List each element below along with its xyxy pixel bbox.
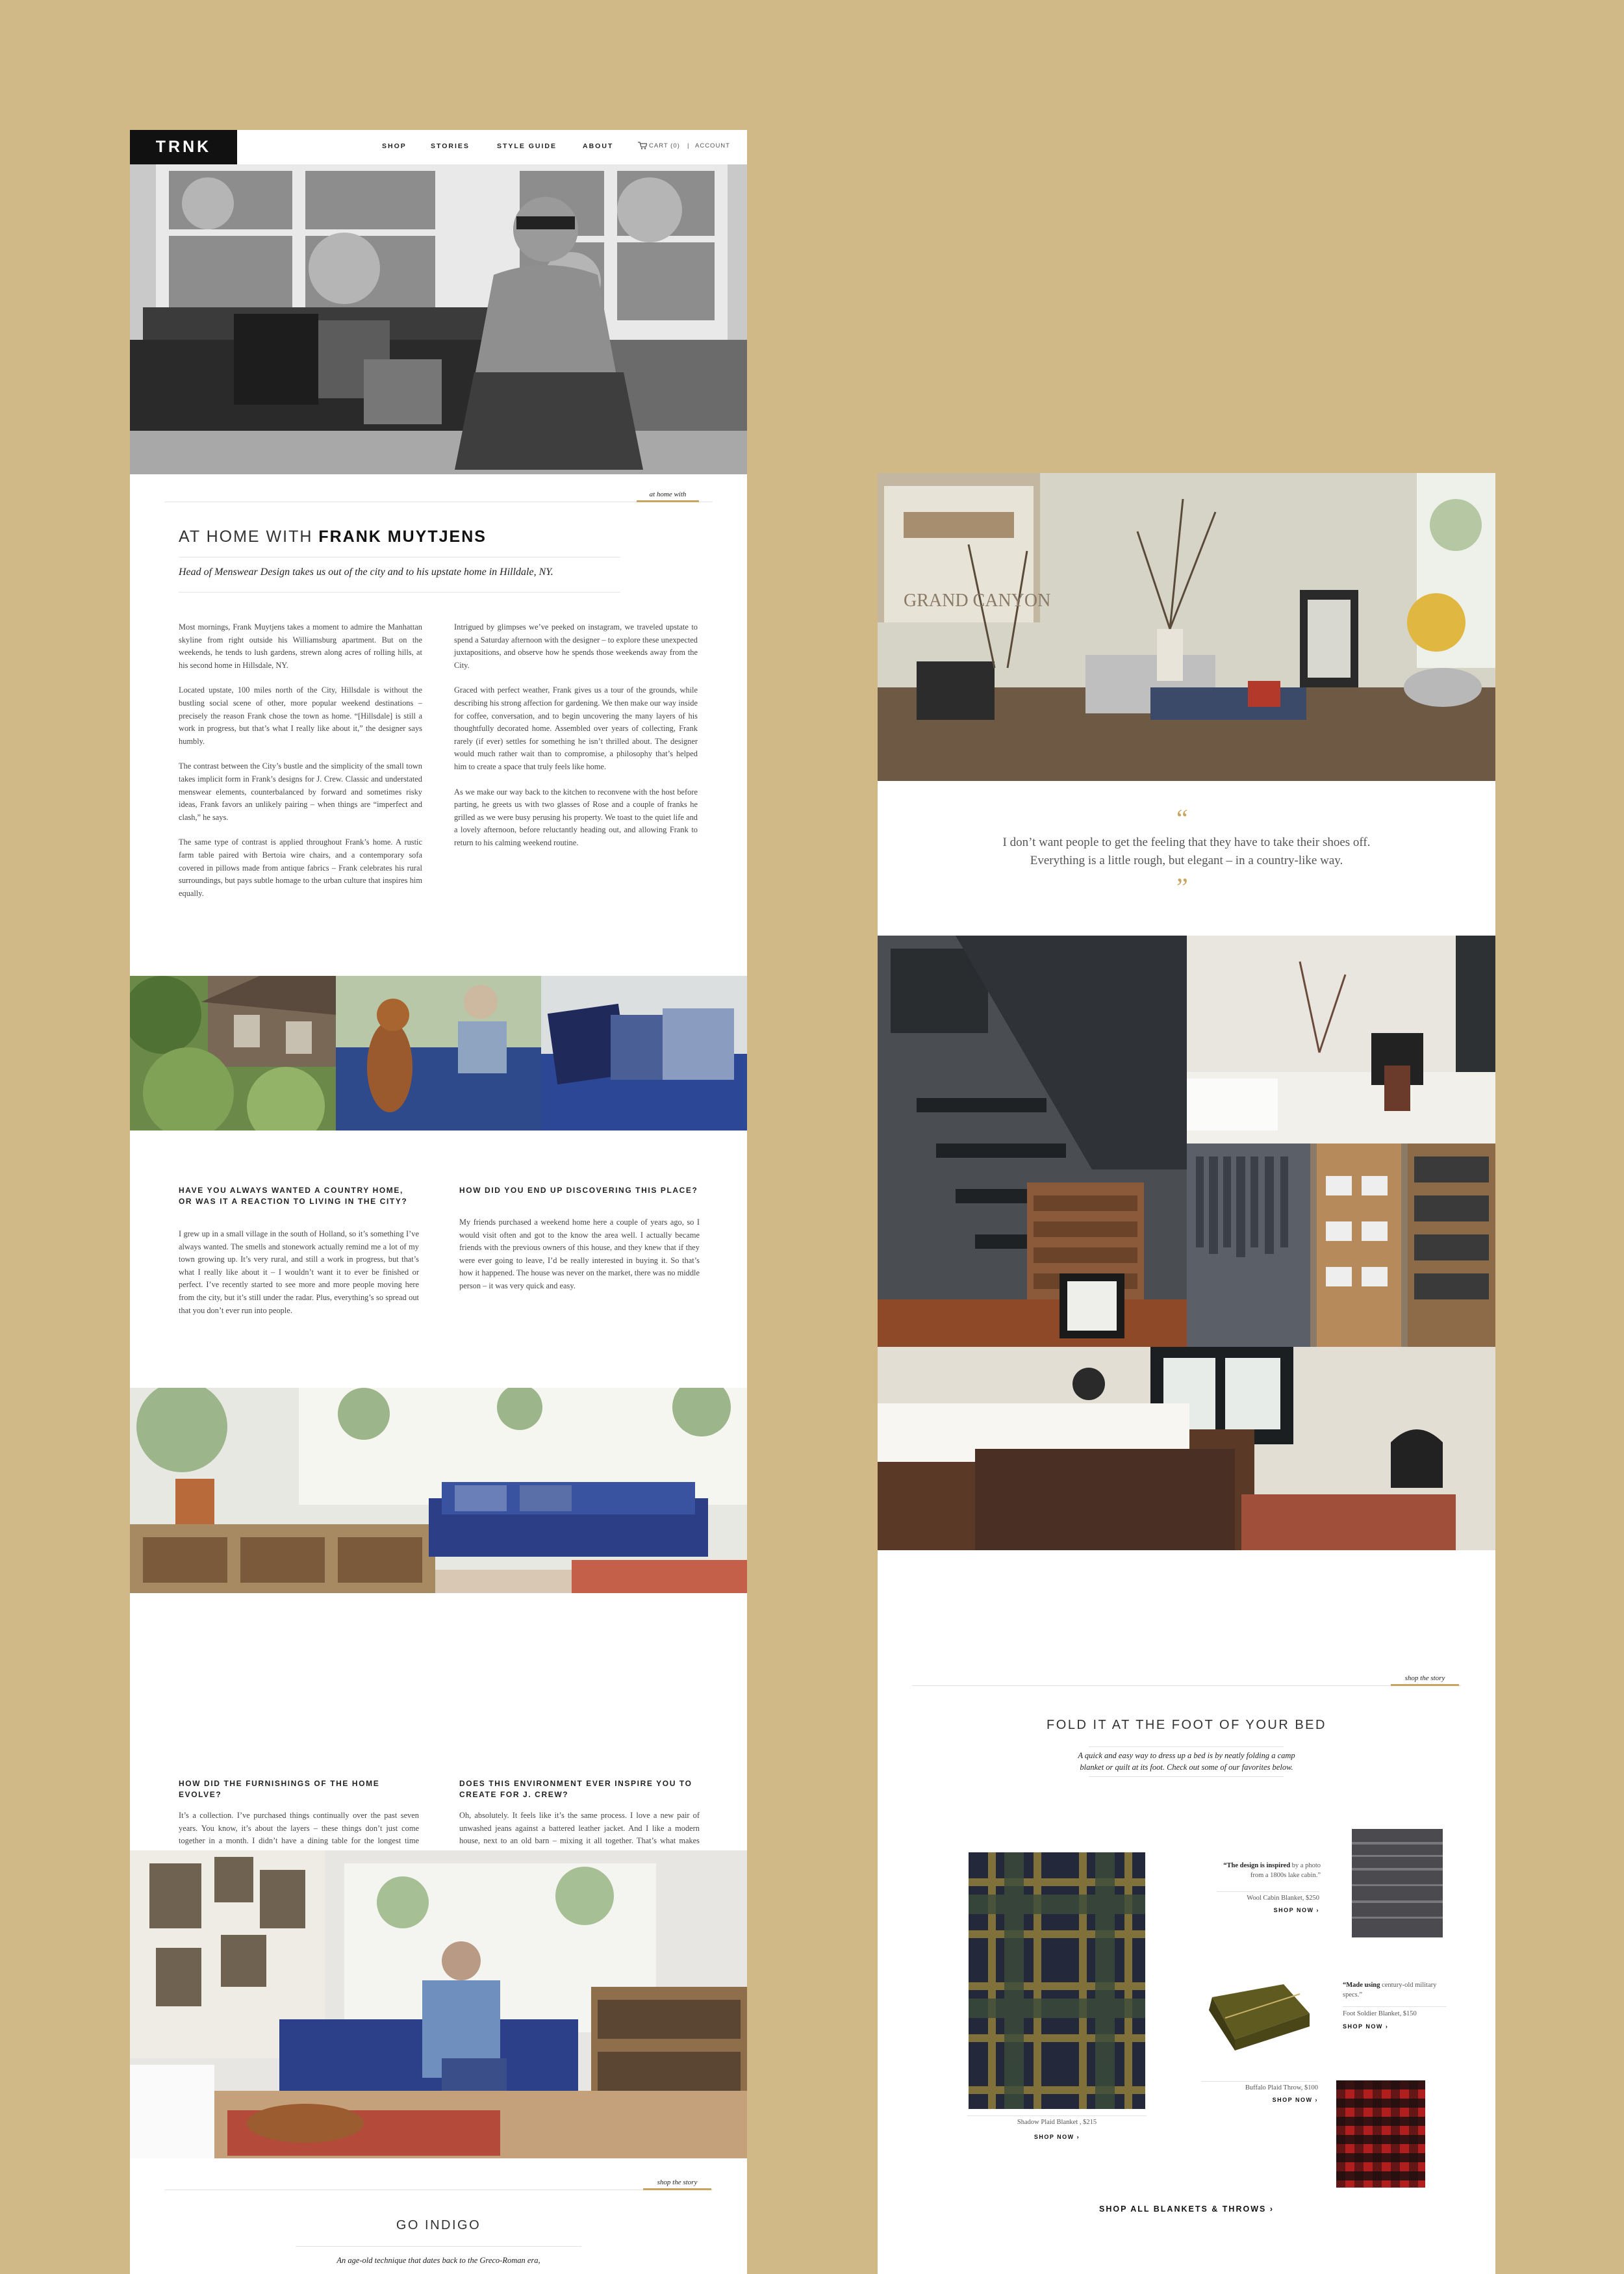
quote-line: Everything is a little rough, but elegan… [1030, 854, 1343, 867]
quote-bold: “The design is inspired [1223, 1862, 1291, 1869]
product-quote: “The design is inspired by a photo from … [1217, 1861, 1321, 1880]
article-body-right: Intrigued by glimpses we’ve peeked on in… [454, 621, 698, 862]
product-name[interactable]: Buffalo Plaid Throw, $100 [1170, 2084, 1318, 2091]
paragraph: The contrast between the City’s bustle a… [179, 761, 422, 822]
cart-icon[interactable] [638, 141, 648, 149]
divider [296, 2246, 581, 2247]
divider [1217, 1891, 1319, 1892]
product-name[interactable]: Shadow Plaid Blanket , $215 [969, 2119, 1145, 2126]
qa-answer: I grew up in a small village in the sout… [179, 1229, 419, 1315]
site-logo[interactable]: TRNK [130, 130, 237, 164]
shop-now-button[interactable]: SHOP NOW › [1343, 2023, 1460, 2030]
divider [1089, 1746, 1284, 1747]
paragraph: Most mornings, Frank Muytjens takes a mo… [179, 622, 422, 670]
product-quote: “Made using century-old military specs.” [1343, 1980, 1453, 2000]
account-link[interactable]: ACCOUNT [695, 142, 730, 149]
paragraph: As we make our way back to the kitchen t… [454, 787, 698, 847]
product-image-wool-cabin-blanket[interactable] [1352, 1829, 1443, 1937]
description-line: blanket or quilt at its foot. Check out … [1080, 1763, 1293, 1772]
paragraph: Intrigued by glimpses we’ve peeked on in… [454, 622, 698, 670]
section-title-go-indigo: GO INDIGO [396, 2218, 481, 2232]
qa-question: HAVE YOU ALWAYS WANTED A COUNTRY HOME, O… [179, 1186, 408, 1206]
product-name[interactable]: Foot Soldier Blanket, $150 [1343, 2010, 1460, 2017]
shop-now-button[interactable]: SHOP NOW › [1170, 2097, 1318, 2103]
description-line: A quick and easy way to dress up a bed i… [1078, 1751, 1295, 1760]
product-image-buffalo-plaid[interactable] [1336, 2080, 1425, 2188]
story-tag[interactable]: at home with [637, 491, 699, 502]
shop-the-story-tag[interactable]: shop the story [1391, 1674, 1459, 1686]
top-nav: TRNK SHOP STORIES STYLE GUIDE ABOUT CART… [130, 130, 747, 164]
qa-question: HOW DID YOU END UP DISCOVERING THIS PLAC… [459, 1186, 698, 1195]
nav-separator: | [687, 142, 690, 149]
divider [912, 1685, 1461, 1686]
poster-text: GRAND CANYON [904, 591, 1050, 611]
quote-bold: “Made using [1343, 1982, 1380, 1989]
nav-item-about[interactable]: ABOUT [583, 142, 613, 150]
quote-line: I don’t want people to get the feeling t… [1002, 836, 1371, 849]
product-image-olive-folded-blanket[interactable] [1199, 1978, 1313, 2052]
title-name: FRANK MUYTJENS [318, 528, 487, 546]
article-title: AT HOME WITH FRANK MUYTJENS [179, 528, 487, 546]
paragraph: Graced with perfect weather, Frank gives… [454, 685, 698, 771]
nav-item-shop[interactable]: SHOP [382, 142, 407, 150]
story-page-column-continued: GRAND CANYON “ I don’t want people to ge… [878, 473, 1495, 2274]
shop-now-button[interactable]: SHOP NOW › [1202, 1907, 1319, 1913]
paragraph: The same type of contrast is applied thr… [179, 837, 422, 898]
divider [1201, 2081, 1318, 2082]
hero-photo-frank-on-sofa [130, 164, 747, 474]
nav-item-style-guide[interactable]: STYLE GUIDE [497, 142, 557, 150]
go-indigo-description: An age-old technique that dates back to … [336, 2256, 540, 2265]
paragraph: Located upstate, 100 miles north of the … [179, 685, 422, 746]
cart-link[interactable]: CART (0) [649, 142, 680, 149]
shop-now-button[interactable]: SHOP NOW › [969, 2134, 1145, 2140]
divider [967, 2115, 1147, 2116]
nav-item-stories[interactable]: STORIES [431, 142, 470, 150]
section-description: A quick and easy way to dress up a bed i… [878, 1750, 1495, 1773]
section-title-fold-it: FOLD IT AT THE FOOT OF YOUR BED [1047, 1718, 1326, 1732]
shop-the-story-tag[interactable]: shop the story [643, 2178, 711, 2190]
quote-close-icon: ” [1176, 873, 1188, 902]
quote-open-icon: “ [1176, 804, 1188, 833]
title-prefix: AT HOME WITH [179, 528, 313, 546]
divider [1343, 2006, 1447, 2007]
qa-question: HOW DID THE FURNISHINGS OF THE HOME EVOL… [179, 1779, 380, 1799]
photo-strip-house-dog-pillows [130, 976, 747, 1131]
divider [1089, 1776, 1284, 1777]
divider [179, 592, 620, 593]
article-subtitle: Head of Menswear Design takes us out of … [179, 567, 553, 578]
product-name[interactable]: Wool Cabin Blanket, $250 [1202, 1895, 1319, 1902]
photo-tabletop-vignette: GRAND CANYON [878, 473, 1495, 781]
story-page-column: TRNK SHOP STORIES STYLE GUIDE ABOUT CART… [130, 130, 747, 2274]
qa-question: DOES THIS ENVIRONMENT EVER INSPIRE YOU T… [459, 1779, 692, 1799]
photo-collage-stairs-bedroom-closet [878, 936, 1495, 1550]
photo-frank-with-dog [130, 1850, 747, 2158]
product-image-shadow-plaid-blanket[interactable] [969, 1852, 1145, 2109]
pull-quote: I don’t want people to get the feeling t… [878, 834, 1495, 870]
article-body-left: Most mornings, Frank Muytjens takes a mo… [179, 621, 422, 912]
shop-all-blankets-link[interactable]: SHOP ALL BLANKETS & THROWS › [878, 2204, 1495, 2214]
photo-living-room-sofa [130, 1388, 747, 1593]
qa-answer: My friends purchased a weekend home here… [459, 1218, 700, 1290]
